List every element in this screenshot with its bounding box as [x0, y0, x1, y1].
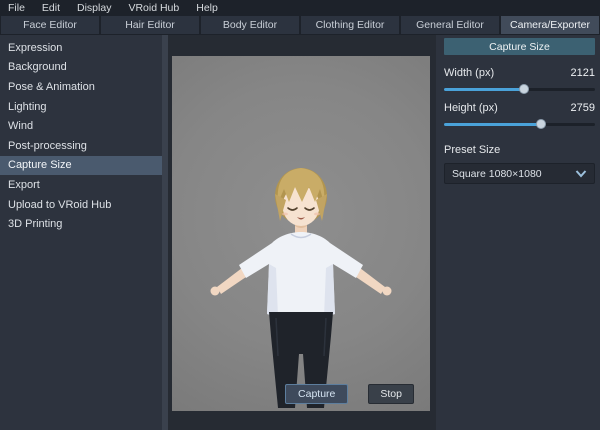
menu-file[interactable]: File	[8, 2, 34, 14]
tab-body-editor[interactable]: Body Editor	[201, 16, 299, 34]
width-label: Width (px)	[444, 67, 494, 79]
height-label: Height (px)	[444, 102, 498, 114]
sidebar-item-pose-animation[interactable]: Pose & Animation	[0, 77, 162, 97]
vroid-studio-window: File Edit Display VRoid Hub Help Face Ed…	[0, 0, 600, 430]
editor-tabbar: Face Editor Hair Editor Body Editor Clot…	[0, 15, 600, 35]
tab-camera-exporter[interactable]: Camera/Exporter	[501, 16, 599, 34]
sidebar: Expression Background Pose & Animation L…	[0, 35, 162, 430]
sidebar-item-lighting[interactable]: Lighting	[0, 97, 162, 117]
capture-size-panel: Capture Size Width (px) 2121 Height (px)…	[436, 35, 600, 430]
tab-general-editor[interactable]: General Editor	[401, 16, 499, 34]
menu-help[interactable]: Help	[196, 2, 227, 14]
viewport-button-group: Capture Stop	[285, 384, 414, 404]
menu-edit[interactable]: Edit	[42, 2, 69, 14]
preset-size-label: Preset Size	[444, 144, 595, 156]
sidebar-item-upload-vroid-hub[interactable]: Upload to VRoid Hub	[0, 195, 162, 215]
width-value[interactable]: 2121	[571, 67, 595, 79]
preset-size-value: Square 1080×1080	[452, 168, 542, 180]
tab-clothing-editor[interactable]: Clothing Editor	[301, 16, 399, 34]
sidebar-item-wind[interactable]: Wind	[0, 116, 162, 136]
width-slider-fill	[444, 88, 524, 91]
menubar: File Edit Display VRoid Hub Help	[0, 0, 600, 15]
character-model	[172, 56, 430, 411]
tab-face-editor[interactable]: Face Editor	[1, 16, 99, 34]
menu-display[interactable]: Display	[77, 2, 120, 14]
capture-button[interactable]: Capture	[285, 384, 348, 404]
height-slider-handle[interactable]	[536, 119, 546, 129]
tab-hair-editor[interactable]: Hair Editor	[101, 16, 199, 34]
capture-size-header[interactable]: Capture Size	[444, 38, 595, 55]
sidebar-item-post-processing[interactable]: Post-processing	[0, 136, 162, 156]
viewport-frame: Capture Stop	[168, 35, 436, 430]
sidebar-item-3d-printing[interactable]: 3D Printing	[0, 214, 162, 234]
width-slider-handle[interactable]	[519, 84, 529, 94]
width-row: Width (px) 2121	[444, 67, 595, 79]
stop-button[interactable]: Stop	[368, 384, 414, 404]
menu-vroid-hub[interactable]: VRoid Hub	[128, 2, 188, 14]
content-area: Expression Background Pose & Animation L…	[0, 35, 600, 430]
sidebar-item-expression[interactable]: Expression	[0, 38, 162, 58]
3d-viewport[interactable]: Capture Stop	[172, 56, 430, 411]
height-row: Height (px) 2759	[444, 102, 595, 114]
preset-size-dropdown[interactable]: Square 1080×1080	[444, 163, 595, 184]
chevron-down-icon	[575, 170, 587, 178]
sidebar-item-background[interactable]: Background	[0, 58, 162, 78]
sidebar-item-capture-size[interactable]: Capture Size	[0, 156, 162, 176]
height-value[interactable]: 2759	[571, 102, 595, 114]
sidebar-item-export[interactable]: Export	[0, 175, 162, 195]
width-slider[interactable]	[444, 82, 595, 96]
height-slider-fill	[444, 123, 541, 126]
height-slider[interactable]	[444, 117, 595, 131]
